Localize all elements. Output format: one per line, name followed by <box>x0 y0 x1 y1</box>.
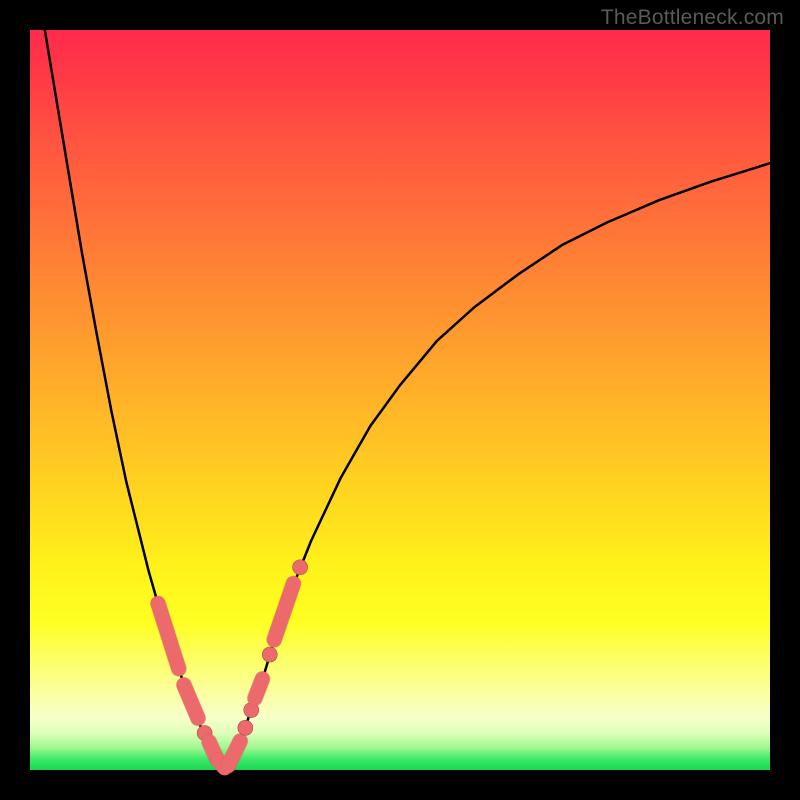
marker-dot <box>262 647 277 662</box>
marker-pill <box>228 741 240 765</box>
marker-dot <box>293 560 308 575</box>
plot-svg <box>30 30 770 770</box>
curve-left-branch <box>45 30 223 770</box>
marker-pill <box>158 604 179 669</box>
curve-right-branch <box>222 163 770 770</box>
curve-layer <box>45 30 770 770</box>
watermark-text: TheBottleneck.com <box>601 6 784 30</box>
marker-pill <box>274 584 293 640</box>
marker-pill <box>184 685 198 718</box>
marker-layer <box>158 560 308 768</box>
plot-area <box>30 30 770 770</box>
marker-pill <box>255 679 262 698</box>
marker-dot <box>238 720 253 735</box>
